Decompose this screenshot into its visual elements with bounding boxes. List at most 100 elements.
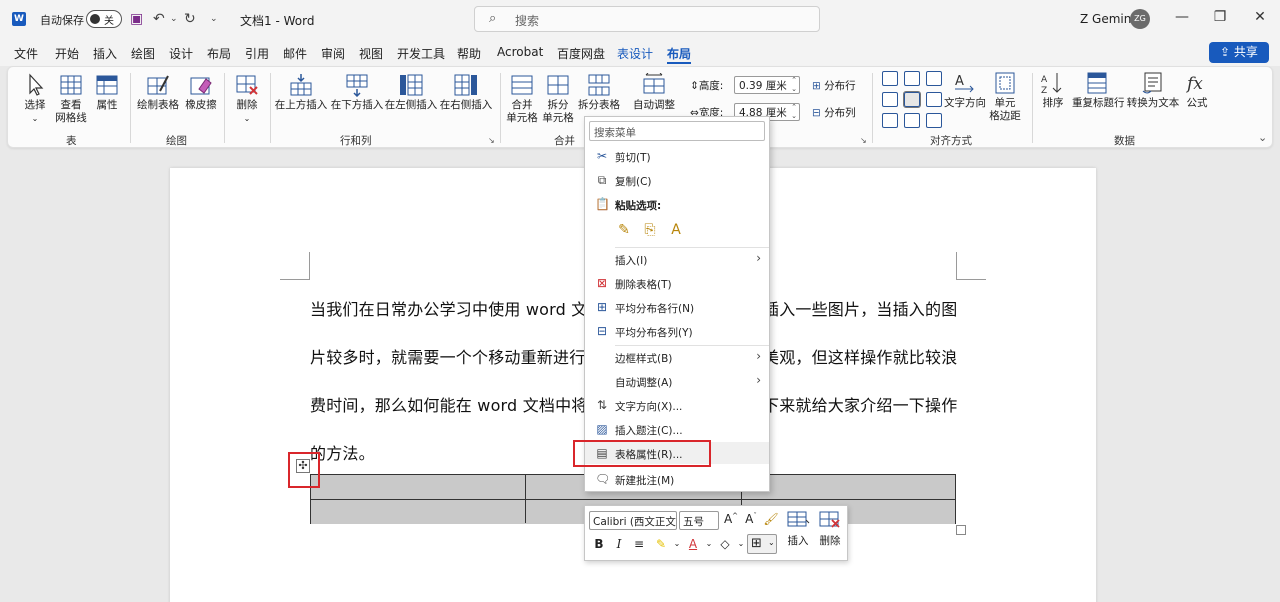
close-icon[interactable]: ✕	[1250, 9, 1270, 25]
menu-item-copy[interactable]: ⧉ 复制(C)	[585, 169, 769, 191]
align-bottom-center-icon[interactable]	[904, 113, 920, 128]
tab-table-layout[interactable]: 布局	[667, 45, 692, 64]
menu-item-delete-table[interactable]: ⊠ 删除表格(T)	[585, 272, 769, 294]
height-input[interactable]: 0.39 厘米 ⌃ ⌄	[734, 76, 800, 94]
align-top-left-icon[interactable]	[882, 71, 898, 86]
user-name[interactable]: Z Gemini	[1080, 12, 1135, 26]
undo-icon[interactable]: ↶	[153, 11, 165, 27]
split-cells-button[interactable]: 拆分 单元格	[541, 73, 575, 125]
highlight-icon[interactable]: ✎	[653, 537, 669, 551]
repeat-header-button[interactable]: 重复标题行	[1072, 71, 1125, 110]
align-bottom-left-icon[interactable]	[882, 113, 898, 128]
paragraph-line-2b[interactable]: 美观，但这样操作就比较浪	[763, 344, 957, 368]
paragraph-line-1b[interactable]: 插入一些图片，当插入的图	[763, 296, 957, 320]
insert-right-button[interactable]: 在右侧插入	[438, 73, 494, 112]
autosave-toggle[interactable]: 关	[86, 10, 122, 28]
text-direction-button[interactable]: A 文字方向	[944, 71, 986, 110]
height-spin-arrows-icon[interactable]: ⌃ ⌄	[791, 76, 797, 94]
menu-item-text-direction[interactable]: ⇅ 文字方向(X)...	[585, 394, 769, 416]
paste-text-only-icon[interactable]: A	[667, 221, 685, 239]
tab-design[interactable]: 设计	[169, 45, 193, 62]
highlight-dropdown-icon[interactable]: ⌄	[669, 539, 685, 548]
collapse-ribbon-icon[interactable]: ⌄	[1258, 131, 1267, 144]
align-center-icon[interactable]: ≡	[631, 537, 647, 551]
insert-below-button[interactable]: 在下方插入	[330, 73, 384, 112]
tab-mailings[interactable]: 邮件	[283, 45, 307, 62]
cell-size-launcher-icon[interactable]: ↘	[860, 136, 867, 145]
table-resize-handle[interactable]	[956, 525, 966, 535]
tab-developer[interactable]: 开发工具	[397, 45, 445, 62]
insert-above-button[interactable]: 在上方插入	[274, 73, 328, 112]
menu-item-insert[interactable]: 插入(I) ›	[585, 248, 769, 270]
cell-margins-button[interactable]: 单元 格边距	[988, 71, 1022, 123]
align-top-center-icon[interactable]	[904, 71, 920, 86]
menu-item-distribute-rows[interactable]: ⊞ 平均分布各行(N)	[585, 296, 769, 318]
align-middle-right-icon[interactable]	[926, 92, 942, 107]
select-button[interactable]: 选择 ⌄	[18, 73, 52, 125]
align-bottom-right-icon[interactable]	[926, 113, 942, 128]
menu-item-new-comment[interactable]: 🗨 新建批注(M)	[585, 468, 769, 490]
view-gridlines-button[interactable]: 查看 网格线	[54, 73, 88, 125]
font-color-icon[interactable]: A	[685, 537, 701, 551]
properties-button[interactable]: 属性	[92, 73, 122, 112]
eraser-button[interactable]: 橡皮擦	[184, 73, 218, 112]
tab-draw[interactable]: 绘图	[131, 45, 155, 62]
tab-table-design[interactable]: 表设计	[617, 45, 653, 62]
tab-layout[interactable]: 布局	[207, 45, 231, 62]
paragraph-line-3b[interactable]: 下来就给大家介绍一下操作	[763, 392, 957, 416]
tab-references[interactable]: 引用	[245, 45, 269, 62]
distribute-cols-button[interactable]: ⊟ 分布列	[812, 105, 856, 120]
tab-file[interactable]: 文件	[14, 45, 38, 62]
italic-icon[interactable]: I	[611, 537, 627, 551]
mini-delete-button[interactable]: 删除	[817, 510, 843, 548]
rows-columns-launcher-icon[interactable]: ↘	[488, 136, 495, 145]
align-middle-center-icon[interactable]	[903, 91, 921, 108]
menu-item-insert-caption[interactable]: ▨ 插入题注(C)...	[585, 418, 769, 440]
minimize-icon[interactable]: —	[1172, 9, 1192, 25]
menu-item-autofit[interactable]: 自动调整(A) ›	[585, 370, 769, 392]
tab-insert[interactable]: 插入	[93, 45, 117, 62]
align-middle-left-icon[interactable]	[882, 92, 898, 107]
paragraph-line-1a[interactable]: 当我们在日常办公学习中使用 word 文	[310, 296, 588, 320]
sort-button[interactable]: AZ 排序	[1038, 71, 1068, 110]
mini-insert-button[interactable]: 插入	[785, 510, 811, 548]
shading-icon[interactable]: ◇	[717, 537, 733, 551]
paragraph-line-3a[interactable]: 费时间，那么如何能在 word 文档中将图	[310, 392, 604, 416]
convert-to-text-button[interactable]: 转换为文本	[1126, 71, 1180, 110]
bold-icon[interactable]: B	[591, 537, 607, 551]
merge-cells-button[interactable]: 合并 单元格	[505, 73, 539, 125]
restore-icon[interactable]: ❐	[1210, 9, 1230, 25]
tab-view[interactable]: 视图	[359, 45, 383, 62]
insert-left-button[interactable]: 在左侧插入	[384, 73, 438, 112]
tab-acrobat[interactable]: Acrobat	[497, 45, 543, 59]
paste-merge-format-icon[interactable]: ⎘	[641, 221, 659, 239]
format-painter-icon[interactable]: 🖌	[763, 512, 779, 526]
redo-icon[interactable]: ↻	[184, 11, 196, 27]
split-table-button[interactable]: 拆分表格	[577, 73, 621, 112]
distribute-rows-button[interactable]: ⊞ 分布行	[812, 78, 856, 93]
share-button[interactable]: ⇪ 共享	[1209, 42, 1269, 63]
paste-keep-format-icon[interactable]: ✎	[615, 221, 633, 239]
menu-item-border-styles[interactable]: 边框样式(B) ›	[585, 346, 769, 368]
undo-dropdown-icon[interactable]: ⌄	[170, 14, 178, 24]
menu-item-cut[interactable]: ✂ 剪切(T)	[585, 145, 769, 167]
tab-help[interactable]: 帮助	[457, 45, 481, 62]
tab-home[interactable]: 开始	[55, 45, 79, 62]
search-box[interactable]: ⌕ 搜索	[474, 6, 820, 32]
autofit-button[interactable]: 自动调整	[632, 73, 676, 112]
shrink-font-icon[interactable]: Aˇ	[743, 512, 759, 526]
paragraph-line-2a[interactable]: 片较多时，就需要一个个移动重新进行	[310, 344, 585, 368]
grow-font-icon[interactable]: A^	[723, 512, 739, 526]
avatar[interactable]: ZG	[1130, 9, 1150, 29]
draw-table-button[interactable]: 绘制表格	[136, 73, 180, 112]
menu-search-input[interactable]: 搜索菜单	[589, 121, 765, 141]
tab-review[interactable]: 审阅	[321, 45, 345, 62]
tab-baidu-netdisk[interactable]: 百度网盘	[557, 45, 605, 62]
font-color-dropdown-icon[interactable]: ⌄	[701, 539, 717, 548]
column-divider[interactable]	[525, 475, 526, 523]
delete-button[interactable]: 删除 ⌄	[230, 73, 264, 125]
customize-toolbar-icon[interactable]: ⌄	[210, 14, 218, 24]
borders-button[interactable]: ⊞ ⌄	[747, 534, 777, 554]
formula-button[interactable]: fx 公式	[1182, 71, 1212, 110]
font-size-select[interactable]: 五号	[679, 511, 719, 530]
